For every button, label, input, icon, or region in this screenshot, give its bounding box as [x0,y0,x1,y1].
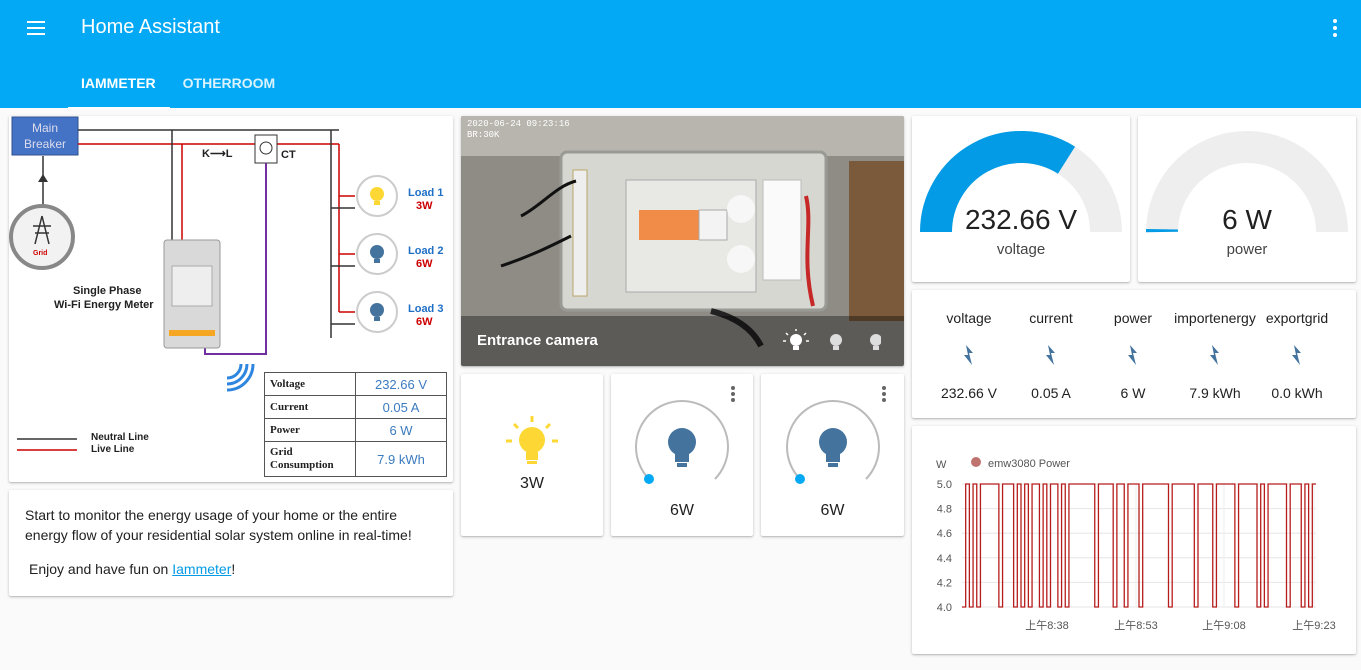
load-2-bulb-icon [356,233,398,275]
bulb-off-icon[interactable] [830,334,842,350]
grid-icon [9,204,75,270]
bulb-on-icon[interactable] [783,329,809,350]
slider-handle[interactable] [644,474,654,484]
load-3-value: 6W [416,316,433,328]
load-3-bulb-icon [356,291,398,333]
table-row: Grid Consumption 7.9 kWh [264,441,447,477]
x-tick-label: 上午9:08 [1202,619,1245,632]
load-2-name: Load 2 [408,245,444,257]
legend-label: emw3080 Power [988,458,1070,470]
light-state-1: 3W [520,475,544,492]
main-breaker-label: Main Breaker [23,121,67,151]
y-tick-label: 4.0 [937,602,952,614]
enjoy-text: Enjoy and have fun on Iammeter! [29,561,236,577]
camera-card[interactable]: 2020-06-24 09:23:16 BR:30K Entrance camer… [461,116,904,366]
y-tick-label: 5.0 [937,479,952,491]
y-tick-label: 4.2 [937,577,952,589]
grid-label: Grid [33,250,48,257]
ct-clamp [254,134,278,164]
glance-entity-name: current [1029,310,1073,326]
wifi-icon [226,363,255,392]
camera-title: Entrance camera [477,332,598,349]
glance-entity-state: 0.05 A [1031,385,1071,401]
flash-icon [1125,344,1141,371]
glance-entity-state: 7.9 kWh [1189,385,1241,401]
glance-entity-name: exportgrid [1265,310,1329,326]
lightbulb-off-icon [668,428,696,467]
power-gauge-card[interactable]: 6 W power [1138,116,1356,282]
y-axis-label: W [936,459,947,471]
y-tick-label: 4.6 [937,528,952,540]
x-tick-label: 上午8:38 [1025,619,1068,632]
tab-otherroom[interactable]: OTHERROOM [170,66,290,109]
flash-icon [961,344,977,371]
series-line [962,483,1316,608]
glance-card: voltage 232.66 V current 0.05 A power 6 W impo… [912,290,1356,418]
load-1-name: Load 1 [408,187,444,199]
voltage-gauge-card[interactable]: 232.66 V voltage [912,116,1130,282]
brightness-slider[interactable] [627,394,737,504]
markdown-card: Start to monitor the energy usage of you… [9,490,453,596]
view-tabs: IAMMETER OTHERROOM [68,66,289,109]
slider-handle[interactable] [795,474,805,484]
glance-entity-state: 0.0 kWh [1271,385,1323,401]
brightness-slider[interactable] [778,394,888,504]
light-state-2: 6W [670,502,694,519]
legend-marker [971,457,981,467]
flash-icon [1043,344,1059,371]
light-state-3: 6W [820,502,845,519]
ct-label: CT [281,149,296,161]
power-gauge-value: 6 W [1222,204,1272,235]
light-button-card[interactable]: 3W [461,374,603,536]
power-history-chart: 5.0 4.8 4.6 4.4 4.2 4.0 W emw3080 Power 上午8:38 上午… [936,457,1336,632]
meter-readings-table: Voltage 232.66 V Current 0.05 A Power 6 W G… [264,372,447,477]
y-tick-label: 4.8 [937,504,952,516]
lightbulb-on-icon [506,416,558,464]
load-1-bulb-icon [356,175,398,217]
meter-label-line2: Wi-Fi Energy Meter [54,299,154,311]
camera-timestamp: 2020-06-24 09:23:16 BR:30K [467,119,570,140]
bulb-off-icon[interactable] [870,334,881,350]
more-options-icon[interactable] [1329,18,1339,38]
glance-entity-state: 6 W [1120,385,1146,401]
x-tick-label: 上午9:23 [1292,619,1335,632]
flash-icon [1207,344,1223,371]
glance-entity-state: 232.66 V [940,385,998,401]
light-dimmer-card-2[interactable]: 6W [761,374,904,536]
legend-live-line: Live Line [91,444,135,455]
y-tick-label: 4.4 [937,553,952,565]
voltage-gauge-name: voltage [996,241,1046,258]
load-3-name: Load 3 [408,303,444,315]
power-gauge-name: power [1226,241,1268,258]
table-row: Voltage 232.66 V [264,372,447,396]
camera-entity-icons [783,329,881,350]
menu-icon[interactable] [24,18,50,38]
meter-label-line1: Single Phase [73,285,142,297]
table-row: Current 0.05 A [264,395,447,419]
legend-neutral-line: Neutral Line [91,432,149,443]
load-1-value: 3W [416,200,433,212]
app-title: Home Assistant [81,16,220,38]
direction-label: K⟶L [202,148,233,160]
table-row: Power 6 W [264,418,447,442]
intro-text: Start to monitor the energy usage of you… [25,507,412,543]
glance-entity-name: voltage [946,310,992,326]
tab-iammeter[interactable]: IAMMETER [68,66,170,109]
wiring-diagram-card: Main Breaker K⟶L CT Grid Single Phase Wi… [9,116,453,482]
iammeter-link[interactable]: Iammeter [172,561,231,577]
light-dimmer-card-1[interactable]: 6W [611,374,753,536]
history-graph-card[interactable]: 5.0 4.8 4.6 4.4 4.2 4.0 Wemw3080 Power 上午8:38 上午… [912,426,1356,654]
load-2-value: 6W [416,258,433,270]
voltage-gauge-value: 232.66 V [964,204,1078,235]
glance-entity-name: importenergy [1174,310,1256,326]
x-tick-label: 上午8:53 [1114,619,1157,632]
flash-icon [1289,344,1305,371]
glance-entity-name: power [1113,310,1153,326]
lightbulb-off-icon [819,428,847,467]
app-toolbar: Home Assistant IAMMETER OTHERROOM [0,0,1361,109]
